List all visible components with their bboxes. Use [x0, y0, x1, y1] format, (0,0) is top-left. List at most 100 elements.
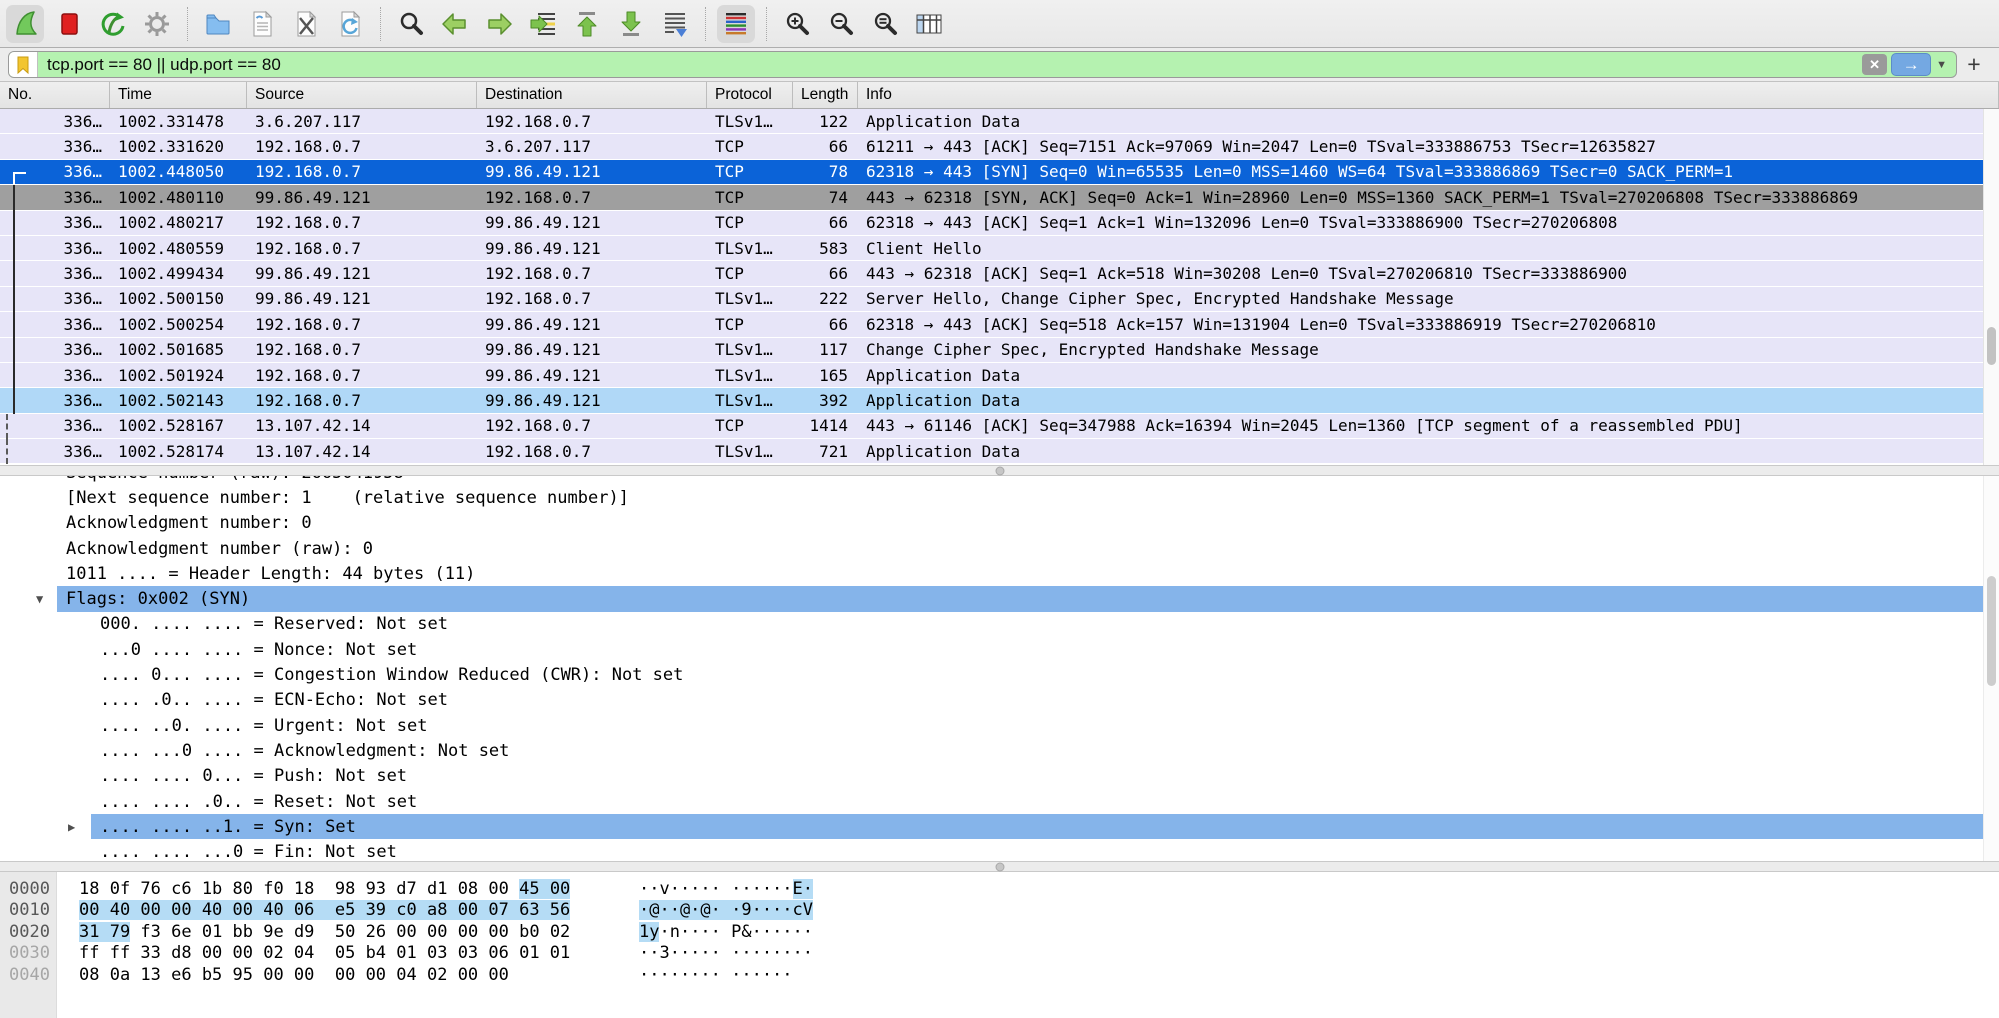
packet-row[interactable]: 336… 1002.500254 192.168.0.7 99.86.49.12…	[0, 312, 1999, 337]
packet-row[interactable]: 336… 1002.499434 99.86.49.121 192.168.0.…	[0, 261, 1999, 286]
detail-text: .... .... ...0 = Fin: Not set	[91, 839, 1999, 861]
detail-line[interactable]: ▼ Flags: 0x002 (SYN)	[0, 586, 1999, 611]
go-back-button[interactable]	[436, 5, 474, 43]
cell-length: 66	[793, 213, 858, 232]
packet-row[interactable]: 336… 1002.500150 99.86.49.121 192.168.0.…	[0, 287, 1999, 312]
column-header[interactable]: Protocol	[707, 82, 793, 108]
capture-start-button[interactable]	[6, 5, 44, 43]
filter-expression-text[interactable]: tcp.port == 80 || udp.port == 80	[38, 55, 1862, 75]
save-file-button[interactable]	[243, 5, 281, 43]
detail-line[interactable]: .... .... 0... = Push: Not set	[0, 764, 1999, 789]
zoom-out-button[interactable]	[822, 5, 860, 43]
save-document-icon	[247, 9, 277, 39]
cell-time: 1002.501685	[110, 340, 247, 359]
list-details-splitter[interactable]	[0, 465, 1999, 476]
detail-line[interactable]: Acknowledgment number: 0	[0, 511, 1999, 536]
packet-row[interactable]: 336… 1002.528174 13.107.42.14 192.168.0.…	[0, 439, 1999, 464]
detail-line[interactable]: .... ...0 .... = Acknowledgment: Not set	[0, 738, 1999, 763]
ascii-pre: ··3····· ········	[639, 943, 813, 963]
cell-time: 1002.480217	[110, 213, 247, 232]
twistie-icon[interactable]: ▶	[68, 820, 75, 834]
twistie-icon[interactable]: ▼	[36, 592, 43, 606]
packet-row[interactable]: 336… 1002.501685 192.168.0.7 99.86.49.12…	[0, 338, 1999, 363]
filter-clear-button[interactable]: ✕	[1862, 54, 1887, 75]
packet-row[interactable]: 336… 1002.480217 192.168.0.7 99.86.49.12…	[0, 211, 1999, 236]
zoom-in-icon	[782, 9, 812, 39]
close-file-button[interactable]	[287, 5, 325, 43]
find-packet-button[interactable]	[392, 5, 430, 43]
packet-row[interactable]: 336… 1002.331478 3.6.207.117 192.168.0.7…	[0, 109, 1999, 134]
byte-row[interactable]: 0010 00 40 00 00 40 00 40 06 e5 39 c0 a8…	[0, 900, 1999, 922]
packet-row[interactable]: 336… 1002.501924 192.168.0.7 99.86.49.12…	[0, 363, 1999, 388]
detail-line[interactable]: ▶ .... .... ..1. = Syn: Set	[0, 814, 1999, 839]
cell-protocol: TLSv1…	[707, 340, 793, 359]
byte-row[interactable]: 0030 ff ff 33 d8 00 00 02 04 05 b4 01 03…	[0, 943, 1999, 965]
detail-line[interactable]: Sequence number (raw): 2665041958	[0, 476, 1999, 485]
detail-line[interactable]: .... ..0. .... = Urgent: Not set	[0, 713, 1999, 738]
detail-line[interactable]: 000. .... .... = Reserved: Not set	[0, 612, 1999, 637]
details-scrollbar[interactable]	[1983, 476, 1999, 861]
go-last-packet-button[interactable]	[612, 5, 650, 43]
packet-row[interactable]: 336… 1002.331620 192.168.0.7 3.6.207.117…	[0, 134, 1999, 159]
toolbar-divider	[705, 7, 706, 41]
cell-no: 336…	[0, 315, 110, 334]
go-forward-button[interactable]	[480, 5, 518, 43]
hex-highlight: 31 79	[79, 922, 130, 942]
scrollbar-thumb[interactable]	[1987, 327, 1996, 365]
cell-length: 165	[793, 366, 858, 385]
detail-line[interactable]: [Next sequence number: 1 (relative seque…	[0, 485, 1999, 510]
details-bytes-splitter[interactable]	[0, 861, 1999, 872]
column-header[interactable]: Info	[858, 82, 1999, 108]
gear-icon	[142, 9, 172, 39]
byte-row[interactable]: 0040 08 0a 13 e6 b5 95 00 00 00 00 04 02…	[0, 964, 1999, 986]
column-header[interactable]: No.	[0, 82, 110, 108]
main-toolbar	[0, 0, 1999, 48]
filter-add-button[interactable]: +	[1957, 51, 1991, 78]
packet-list-scrollbar[interactable]	[1983, 109, 1999, 465]
capture-restart-button[interactable]	[94, 5, 132, 43]
detail-line[interactable]: Acknowledgment number (raw): 0	[0, 536, 1999, 561]
cell-protocol: TLSv1…	[707, 239, 793, 258]
detail-line[interactable]: .... .... ...0 = Fin: Not set	[0, 839, 1999, 861]
cell-info: Application Data	[858, 112, 1983, 131]
cell-destination: 99.86.49.121	[477, 213, 707, 232]
cell-info: 62318 → 443 [ACK] Seq=518 Ack=157 Win=13…	[858, 315, 1983, 334]
display-filter-input[interactable]: tcp.port == 80 || udp.port == 80 ✕ → ▼	[8, 51, 1957, 78]
cell-source: 99.86.49.121	[247, 289, 477, 308]
cell-source: 192.168.0.7	[247, 315, 477, 334]
open-file-button[interactable]	[199, 5, 237, 43]
wireshark-window: tcp.port == 80 || udp.port == 80 ✕ → ▼ +…	[0, 0, 1999, 1018]
filter-apply-button[interactable]: →	[1891, 53, 1931, 76]
auto-scroll-button[interactable]	[656, 5, 694, 43]
go-first-packet-button[interactable]	[568, 5, 606, 43]
detail-line[interactable]: .... 0... .... = Congestion Window Reduc…	[0, 662, 1999, 687]
detail-line[interactable]: 1011 .... = Header Length: 44 bytes (11)	[0, 561, 1999, 586]
colorize-packets-button[interactable]	[717, 5, 755, 43]
column-header[interactable]: Length	[793, 82, 858, 108]
capture-stop-button[interactable]	[50, 5, 88, 43]
cell-protocol: TCP	[707, 264, 793, 283]
scrollbar-thumb[interactable]	[1987, 576, 1996, 686]
zoom-reset-button[interactable]	[866, 5, 904, 43]
filter-bookmark-button[interactable]	[9, 52, 38, 77]
column-header[interactable]: Time	[110, 82, 247, 108]
detail-line[interactable]: .... .... .0.. = Reset: Not set	[0, 789, 1999, 814]
detail-line[interactable]: ...0 .... .... = Nonce: Not set	[0, 637, 1999, 662]
packet-row[interactable]: 336… 1002.528167 13.107.42.14 192.168.0.…	[0, 414, 1999, 439]
packet-row[interactable]: 336… 1002.480559 192.168.0.7 99.86.49.12…	[0, 236, 1999, 261]
column-header[interactable]: Destination	[477, 82, 707, 108]
detail-line[interactable]: .... .0.. .... = ECN-Echo: Not set	[0, 688, 1999, 713]
filter-dropdown-arrow[interactable]: ▼	[1936, 59, 1947, 71]
resize-columns-button[interactable]	[910, 5, 948, 43]
reload-file-button[interactable]	[331, 5, 369, 43]
packet-row[interactable]: 336… 1002.448050 192.168.0.7 99.86.49.12…	[0, 160, 1999, 185]
go-to-packet-button[interactable]	[524, 5, 562, 43]
byte-row[interactable]: 0000 18 0f 76 c6 1b 80 f0 18 98 93 d7 d1…	[0, 878, 1999, 900]
packet-row[interactable]: 336… 1002.480110 99.86.49.121 192.168.0.…	[0, 185, 1999, 210]
zoom-in-button[interactable]	[778, 5, 816, 43]
splitter-grip-icon	[995, 862, 1004, 871]
packet-row[interactable]: 336… 1002.502143 192.168.0.7 99.86.49.12…	[0, 388, 1999, 413]
column-header[interactable]: Source	[247, 82, 477, 108]
capture-options-button[interactable]	[138, 5, 176, 43]
byte-row[interactable]: 0020 31 79 f3 6e 01 bb 9e d9 50 26 00 00…	[0, 921, 1999, 943]
